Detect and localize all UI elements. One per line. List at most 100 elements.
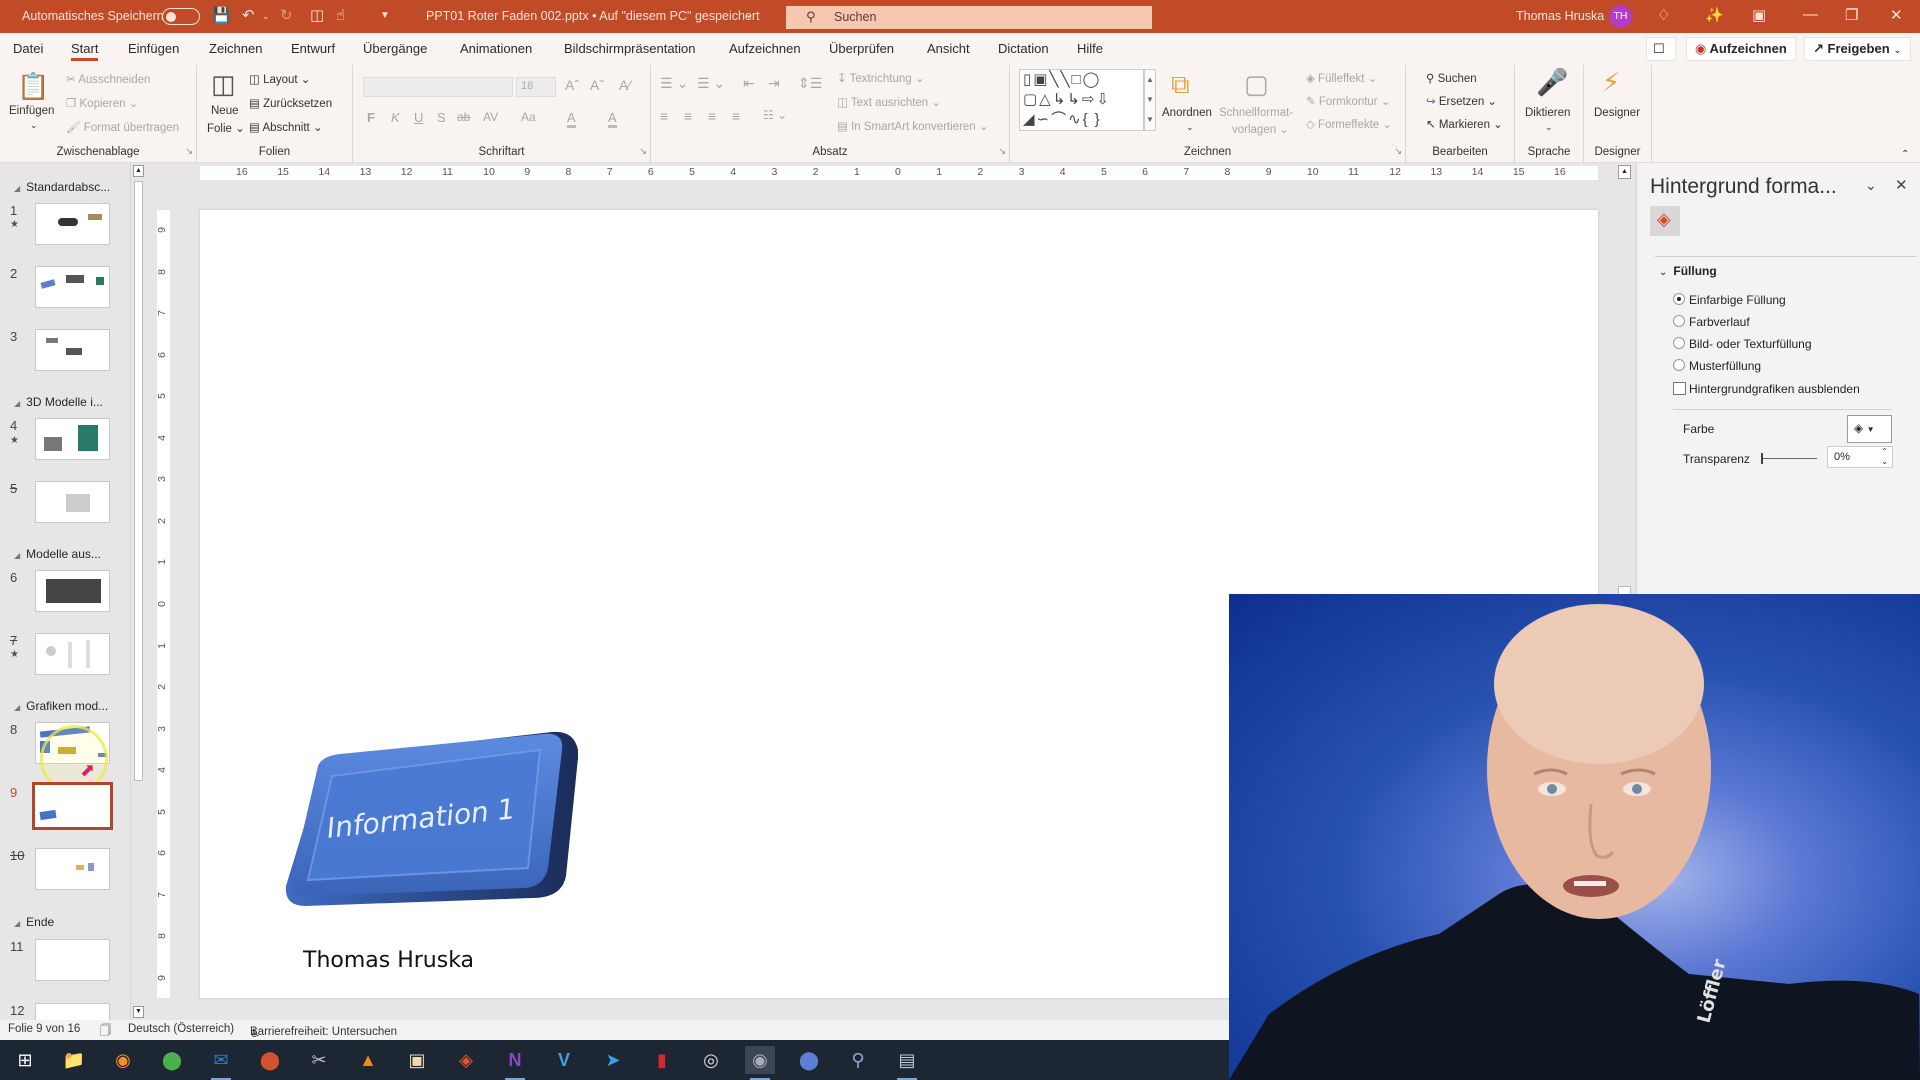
- bold-button[interactable]: F: [367, 110, 375, 125]
- windows-start-icon[interactable]: ⊞: [10, 1046, 40, 1074]
- text-direction-button[interactable]: ↧ Textrichtung ⌄: [837, 71, 924, 85]
- onenote-icon[interactable]: N: [500, 1046, 530, 1080]
- touch-mode-icon[interactable]: ☝: [336, 6, 345, 24]
- telegram-icon[interactable]: ➤: [598, 1046, 628, 1074]
- collapse-ribbon-icon[interactable]: ⌃: [1901, 149, 1909, 160]
- section-header[interactable]: ◢ 3D Modelle i...: [14, 395, 103, 409]
- font-size-input[interactable]: 18: [516, 77, 556, 97]
- highlight-color-button[interactable]: A: [567, 110, 576, 128]
- align-text-button[interactable]: ◫ Text ausrichten ⌄: [837, 95, 941, 109]
- strikethrough-button[interactable]: ab: [457, 110, 470, 124]
- columns-icon[interactable]: ☷ ⌄: [763, 108, 787, 122]
- redo-icon[interactable]: ↻: [280, 6, 293, 24]
- spinner-icon[interactable]: ⌃ ⌄: [1881, 447, 1888, 467]
- fill-section-header[interactable]: ⌄ Füllung: [1659, 264, 1717, 278]
- information-3d-shape[interactable]: Information 1: [282, 728, 580, 906]
- slide-thumbnail-11[interactable]: [35, 939, 110, 981]
- hide-graphics-checkbox[interactable]: [1673, 382, 1686, 395]
- slide-thumbnail-10[interactable]: [35, 848, 110, 890]
- premium-diamond-icon[interactable]: ♢: [1657, 6, 1670, 24]
- slide-thumbnail-2[interactable]: [35, 266, 110, 308]
- canvas-scroll-up-icon[interactable]: ▲: [1618, 165, 1631, 179]
- copy-button[interactable]: ❐ Kopieren ⌄: [66, 96, 138, 110]
- layout-button[interactable]: ◫ Layout ⌄: [249, 72, 310, 86]
- transparency-input[interactable]: 0% ⌃ ⌄: [1827, 446, 1893, 468]
- scroll-down-arrow-icon[interactable]: ▼: [133, 1006, 144, 1018]
- save-icon[interactable]: 💾: [212, 6, 231, 24]
- slide-thumbnail-1[interactable]: [35, 203, 110, 245]
- char-spacing-button[interactable]: AV: [483, 110, 498, 124]
- tab-entwurf[interactable]: Entwurf: [291, 41, 335, 56]
- search-box[interactable]: ⚲ Suchen: [786, 6, 1152, 29]
- cut-button[interactable]: ✂ Ausschneiden: [66, 72, 150, 86]
- user-name[interactable]: Thomas Hruska: [1516, 9, 1604, 23]
- obs-icon[interactable]: ◎: [696, 1046, 726, 1074]
- change-case-button[interactable]: Aa: [521, 110, 536, 124]
- tab-start[interactable]: Start: [71, 41, 99, 61]
- dialog-launcher-icon[interactable]: ↘: [1394, 146, 1402, 157]
- slide-thumbnail-3[interactable]: [35, 329, 110, 371]
- format-painter-button[interactable]: 🖌 Format übertragen: [66, 120, 179, 134]
- radio-pattern-fill[interactable]: [1673, 359, 1685, 371]
- powerpoint-icon[interactable]: ⬤: [255, 1046, 285, 1074]
- comment-icon[interactable]: ☐: [1646, 37, 1676, 61]
- recorder-icon[interactable]: ◉: [745, 1046, 775, 1080]
- v-app-icon[interactable]: V: [549, 1046, 579, 1074]
- italic-button[interactable]: K: [391, 110, 400, 125]
- office-lens-icon[interactable]: ▣: [402, 1046, 432, 1074]
- decrease-indent-icon[interactable]: ⇤: [743, 75, 755, 92]
- slide-thumbnail-12[interactable]: [35, 1003, 110, 1020]
- line-spacing-icon[interactable]: ⇕☰: [798, 75, 822, 92]
- shape-fill-button[interactable]: ◈ Fülleffekt ⌄: [1306, 71, 1377, 85]
- section-button[interactable]: ▤ Abschnitt ⌄: [249, 120, 323, 134]
- vlc-icon[interactable]: ▲: [353, 1046, 383, 1074]
- clear-format-icon[interactable]: A⁄: [619, 77, 631, 93]
- grow-font-icon[interactable]: Aˆ: [565, 77, 579, 93]
- tab-einfuegen[interactable]: Einfügen: [128, 41, 179, 56]
- scroll-thumb[interactable]: [134, 181, 143, 781]
- replace-button[interactable]: ↪ Ersetzen ⌄: [1426, 94, 1497, 108]
- underline-button[interactable]: U: [414, 110, 423, 125]
- tab-hilfe[interactable]: Hilfe: [1077, 41, 1103, 56]
- undo-icon[interactable]: ↶: [242, 6, 255, 24]
- radio-gradient-fill[interactable]: [1673, 315, 1685, 327]
- minimize-icon[interactable]: —: [1803, 6, 1818, 23]
- transparency-slider-handle[interactable]: [1761, 453, 1763, 464]
- scroll-up-arrow-icon[interactable]: ▲: [133, 165, 144, 177]
- shape-outline-button[interactable]: ✎ Formkontur ⌄: [1306, 94, 1390, 108]
- align-left-icon[interactable]: ≡: [660, 108, 668, 124]
- slide-thumbnail-4[interactable]: [35, 418, 110, 460]
- orange-app-icon[interactable]: ◈: [451, 1046, 481, 1074]
- restore-icon[interactable]: ❐: [1845, 6, 1858, 24]
- dialog-launcher-icon[interactable]: ↘: [998, 146, 1006, 157]
- dialog-launcher-icon[interactable]: ↘: [185, 146, 193, 157]
- share-button[interactable]: ↗ Freigeben ⌄: [1804, 37, 1911, 61]
- undo-dropdown-icon[interactable]: ⌄: [262, 11, 270, 22]
- select-button[interactable]: ↖ Markieren ⌄: [1426, 117, 1503, 131]
- section-header[interactable]: ◢ Grafiken mod...: [14, 699, 108, 713]
- firefox-icon[interactable]: ◉: [108, 1046, 138, 1074]
- smartart-button[interactable]: ▤ In SmartArt konvertieren ⌄: [837, 119, 989, 133]
- tab-aufzeichnen[interactable]: Aufzeichnen: [729, 41, 801, 56]
- language-indicator[interactable]: Deutsch (Österreich): [128, 1023, 234, 1035]
- avatar[interactable]: TH: [1609, 5, 1632, 28]
- system-app-icon[interactable]: ▤: [892, 1046, 922, 1080]
- slide-counter[interactable]: Folie 9 von 16: [8, 1023, 80, 1035]
- tab-uebergaenge[interactable]: Übergänge: [363, 41, 427, 56]
- reset-button[interactable]: ▤ Zurücksetzen: [249, 96, 332, 110]
- shapes-gallery[interactable]: ▯▣╲╲□◯ ▢△↳↳⇨⇩ ◢∽⌒∿{ }: [1019, 69, 1144, 131]
- align-right-icon[interactable]: ≡: [708, 108, 716, 124]
- blue-app-icon[interactable]: ⬤: [794, 1046, 824, 1074]
- bullets-icon[interactable]: ☰ ⌄: [660, 75, 688, 92]
- present-icon[interactable]: ◫: [310, 6, 324, 24]
- close-icon[interactable]: ✕: [1890, 6, 1903, 24]
- thumbnails-scrollbar[interactable]: ▲ ▼: [130, 163, 145, 1020]
- slide-thumbnail-9[interactable]: [32, 782, 113, 830]
- section-header[interactable]: ◢ Modelle aus...: [14, 547, 101, 561]
- tab-dictation[interactable]: Dictation: [998, 41, 1049, 56]
- ribbon-display-icon[interactable]: ▣: [1752, 6, 1766, 24]
- font-name-input[interactable]: [363, 77, 513, 97]
- numbering-icon[interactable]: ☰ ⌄: [697, 75, 725, 92]
- autosave-toggle[interactable]: [162, 8, 200, 25]
- tab-ansicht[interactable]: Ansicht: [927, 41, 970, 56]
